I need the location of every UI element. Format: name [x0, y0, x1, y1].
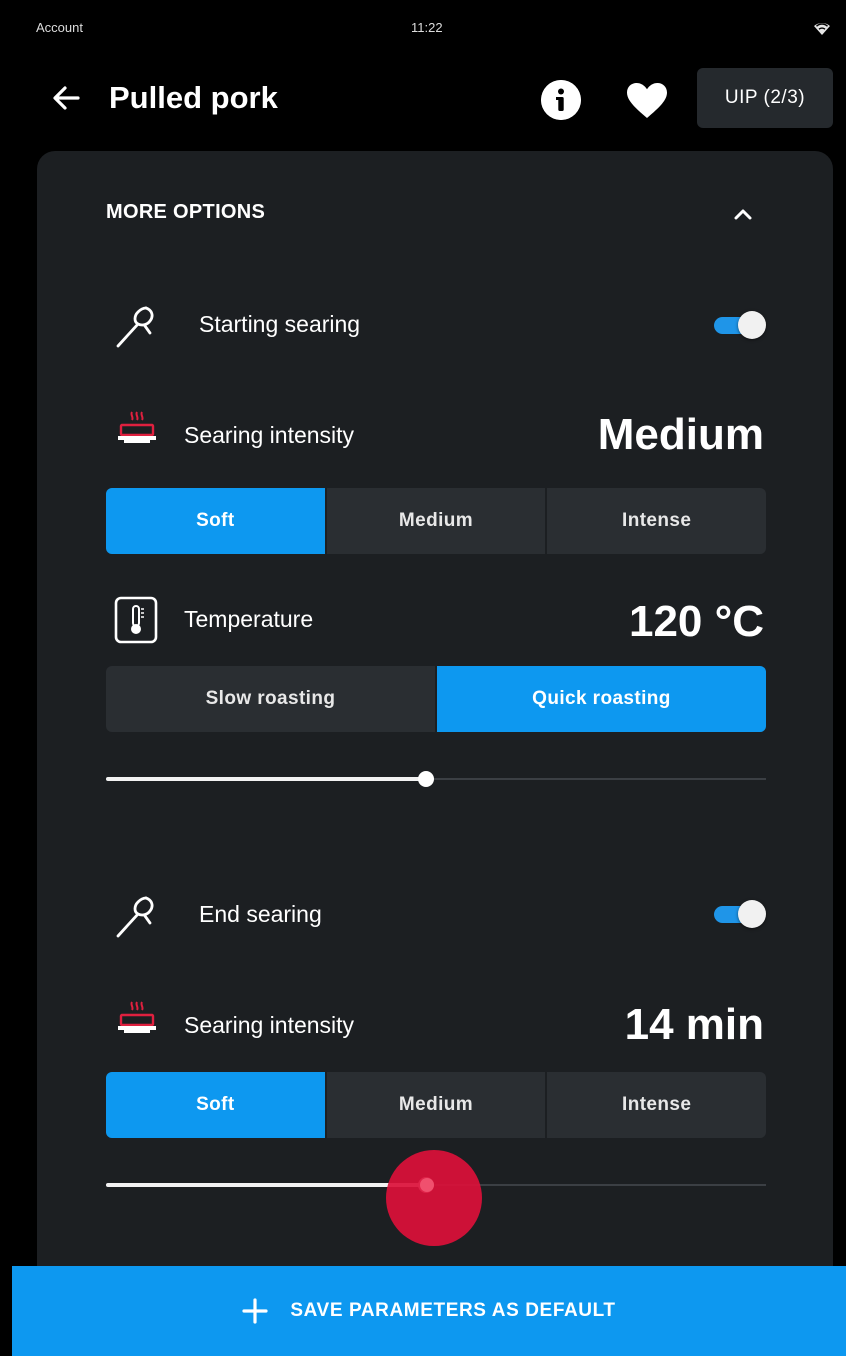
end-intensity-label: Searing intensity — [184, 1012, 355, 1038]
clock: 11:22 — [411, 20, 443, 35]
roasting-option-slow[interactable]: Slow roasting — [106, 666, 435, 732]
toggle-knob — [738, 311, 766, 339]
wifi-icon — [814, 22, 830, 35]
searing-pan-icon — [118, 411, 156, 443]
page-title: Pulled pork — [109, 80, 278, 115]
starting-intensity-value: Medium — [597, 410, 764, 459]
intensity-option-soft[interactable]: Soft — [106, 1072, 325, 1138]
back-arrow-icon[interactable] — [48, 80, 84, 116]
save-parameters-label: SAVE PARAMETERS AS DEFAULT — [290, 1300, 616, 1321]
touch-point — [420, 1178, 434, 1192]
temperature-value: 120 °C — [628, 597, 764, 646]
touch-indicator — [386, 1150, 482, 1246]
temperature-label: Temperature — [184, 606, 314, 632]
intensity-option-intense[interactable]: Intense — [545, 1072, 766, 1138]
slider-fill — [106, 1183, 427, 1187]
intensity-option-intense[interactable]: Intense — [545, 488, 766, 554]
chevron-up-icon[interactable] — [731, 204, 755, 224]
starting-searing-toggle[interactable] — [714, 311, 766, 339]
probe-icon — [116, 896, 154, 938]
end-searing-label: End searing — [199, 901, 322, 927]
searing-pan-icon — [118, 1001, 156, 1033]
info-icon[interactable] — [541, 80, 581, 120]
starting-intensity-selector: Soft Medium Intense — [106, 488, 766, 554]
probe-icon — [116, 306, 154, 348]
roasting-mode-selector: Slow roasting Quick roasting — [106, 666, 766, 732]
starting-intensity-label: Searing intensity — [184, 422, 355, 448]
end-intensity-selector: Soft Medium Intense — [106, 1072, 766, 1138]
header: Pulled pork UIP (2/3) — [0, 60, 846, 136]
thermometer-icon — [114, 596, 158, 644]
uip-button[interactable]: UIP (2/3) — [697, 68, 833, 128]
roasting-option-quick[interactable]: Quick roasting — [435, 666, 766, 732]
slider-thumb[interactable] — [418, 771, 435, 787]
intensity-option-medium[interactable]: Medium — [324, 488, 546, 554]
more-options-title: MORE OPTIONS — [106, 201, 266, 223]
temperature-slider[interactable] — [106, 767, 766, 791]
account-label: Account — [36, 20, 83, 35]
status-bar: Account 11:22 — [0, 0, 846, 40]
intensity-option-medium[interactable]: Medium — [324, 1072, 546, 1138]
end-searing-toggle[interactable] — [714, 900, 766, 928]
starting-searing-label: Starting searing — [199, 311, 361, 337]
toggle-knob — [738, 900, 766, 928]
save-parameters-button[interactable]: SAVE PARAMETERS AS DEFAULT — [12, 1266, 846, 1356]
intensity-option-soft[interactable]: Soft — [106, 488, 325, 554]
plus-icon — [242, 1298, 268, 1324]
slider-fill — [106, 777, 427, 781]
heart-icon[interactable] — [626, 82, 668, 120]
end-intensity-value: 14 min — [624, 1000, 764, 1049]
